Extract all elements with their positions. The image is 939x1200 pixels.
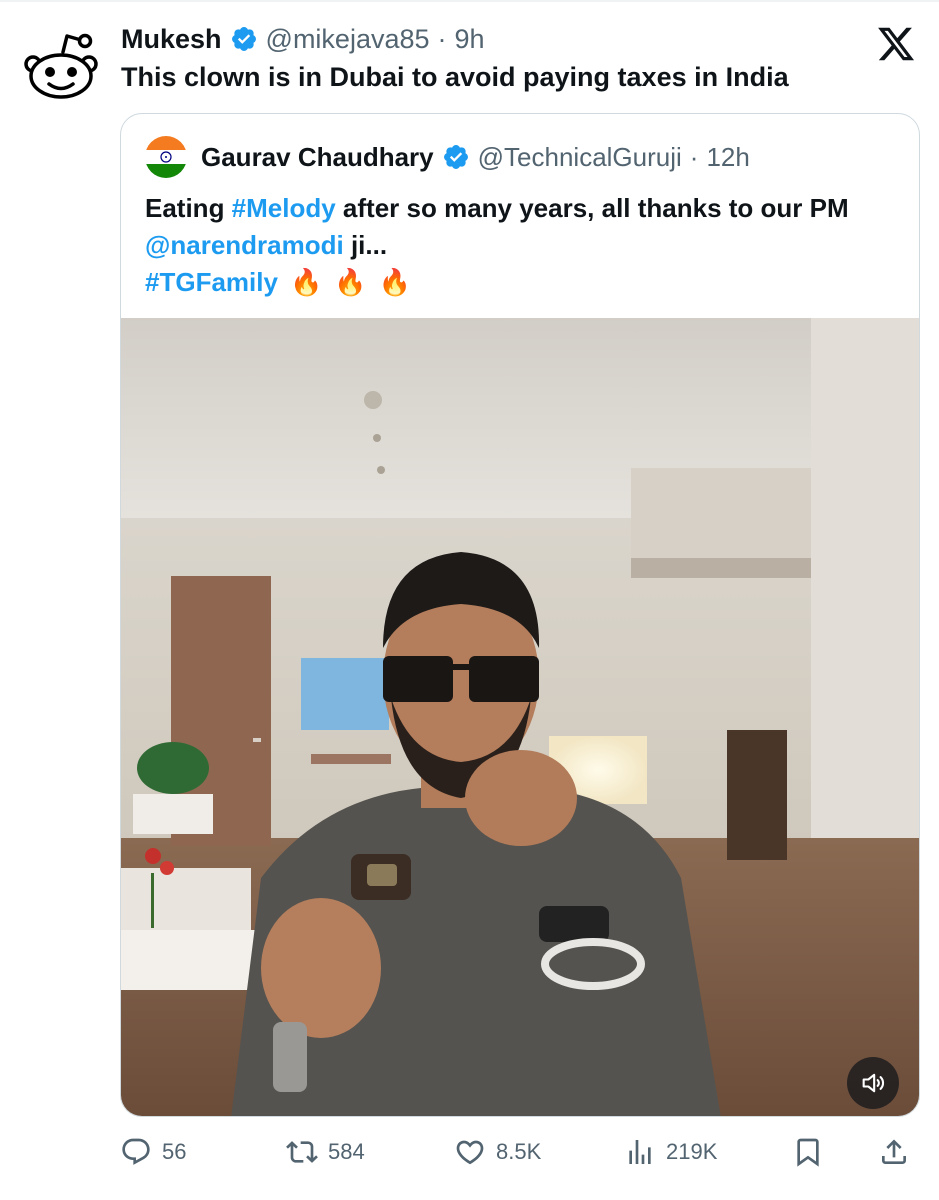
- reply-icon: [122, 1138, 150, 1165]
- share-icon: [882, 1139, 906, 1164]
- quoted-author-handle[interactable]: @TechnicalGuruji: [478, 140, 682, 174]
- quoted-author-name[interactable]: Gaurav Chaudhary: [201, 140, 434, 174]
- divider: [0, 0, 939, 2]
- tweet-header: Mukesh @mikejava85 · 9h: [121, 22, 485, 56]
- reply-button[interactable]: 56: [120, 1130, 186, 1174]
- separator-dot: ·: [689, 142, 699, 172]
- author-handle[interactable]: @mikejava85: [266, 22, 430, 56]
- reddit-snoo-icon: [18, 24, 104, 110]
- like-button[interactable]: 8.5K: [454, 1130, 541, 1174]
- heart-icon: [456, 1140, 484, 1165]
- text-segment: ji...: [343, 230, 388, 260]
- hashtag-link[interactable]: #Melody: [232, 193, 336, 223]
- views-chart-icon: [629, 1140, 651, 1164]
- verified-badge-icon: [231, 27, 256, 51]
- hashtag-link[interactable]: #TGFamily: [145, 267, 278, 297]
- separator-dot: ·: [437, 24, 447, 54]
- mute-button[interactable]: [847, 1057, 899, 1109]
- video-player[interactable]: [121, 318, 919, 1116]
- reply-count: 56: [162, 1139, 187, 1164]
- india-flag-icon: [145, 136, 187, 178]
- author-avatar[interactable]: [18, 24, 104, 110]
- text-segment: after so many years, all thanks to our P…: [335, 193, 849, 223]
- like-count: 8.5K: [496, 1139, 542, 1164]
- repost-count: 584: [328, 1139, 365, 1164]
- quoted-tweet-text: Eating #Melody after so many years, all …: [145, 190, 905, 301]
- tweet-action-bar: 56 584 8.5K 219K: [120, 1130, 920, 1174]
- fire-emoji: 🔥: [378, 267, 412, 297]
- repost-button[interactable]: 584: [286, 1130, 365, 1174]
- tweet-text: This clown is in Dubai to avoid paying t…: [121, 62, 789, 92]
- views-button[interactable]: 219K: [624, 1130, 717, 1174]
- timestamp[interactable]: 9h: [455, 22, 485, 56]
- quoted-tweet-header: Gaurav Chaudhary @TechnicalGuruji · 12h: [145, 136, 750, 178]
- quoted-author-avatar[interactable]: [145, 136, 187, 178]
- views-count: 219K: [666, 1139, 718, 1164]
- fire-emoji: 🔥: [334, 267, 367, 297]
- bookmark-button[interactable]: [792, 1130, 824, 1174]
- text-segment: Eating: [145, 193, 232, 223]
- speaker-muted-icon: [862, 1073, 885, 1093]
- mention-link[interactable]: @narendramodi: [145, 230, 344, 260]
- share-button[interactable]: [878, 1130, 910, 1174]
- quoted-tweet-card[interactable]: Gaurav Chaudhary @TechnicalGuruji · 12h …: [120, 113, 920, 1117]
- fire-emoji: 🔥: [289, 267, 323, 297]
- bookmark-icon: [797, 1138, 819, 1167]
- video-frame: [121, 318, 919, 1116]
- x-logo-icon[interactable]: [876, 24, 916, 64]
- author-name[interactable]: Mukesh: [121, 22, 222, 56]
- verified-badge-icon: [443, 145, 468, 169]
- repost-icon: [286, 1141, 318, 1163]
- quoted-timestamp[interactable]: 12h: [706, 140, 749, 174]
- tweet-page: Mukesh @mikejava85 · 9h This clown is in…: [0, 0, 939, 1200]
